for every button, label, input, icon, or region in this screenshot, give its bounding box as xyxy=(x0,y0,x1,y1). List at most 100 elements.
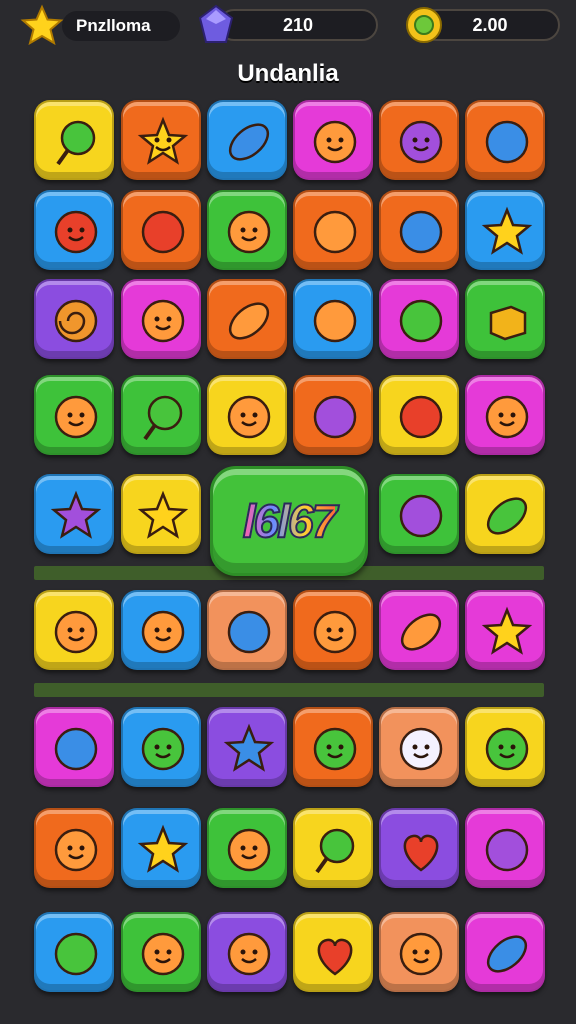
board-tile[interactable] xyxy=(465,590,545,670)
board-tile[interactable] xyxy=(34,375,114,455)
board-tile[interactable] xyxy=(293,808,373,888)
board-tile[interactable] xyxy=(293,375,373,455)
onion-face-icon xyxy=(227,395,271,439)
orange-creature-icon xyxy=(227,932,271,976)
board-tile[interactable] xyxy=(293,279,373,359)
purple-star-icon xyxy=(50,490,102,539)
top-bar: Pnzlloma 210 2.00 xyxy=(0,0,576,52)
board-tile[interactable] xyxy=(121,912,201,992)
strawberry-icon xyxy=(399,395,443,439)
board-tile[interactable] xyxy=(379,808,459,888)
blue-leaf-icon xyxy=(228,123,270,161)
board-tile[interactable] xyxy=(465,474,545,554)
board-tile[interactable] xyxy=(207,912,287,992)
board-tile[interactable] xyxy=(34,912,114,992)
page-title: Undanlia xyxy=(237,60,339,87)
green-leaf-icon xyxy=(486,497,528,535)
board-tile[interactable] xyxy=(34,590,114,670)
board-tile[interactable] xyxy=(379,100,459,180)
orange-ball-icon xyxy=(313,299,357,343)
leaf-icon xyxy=(400,613,442,651)
board-tile[interactable] xyxy=(207,375,287,455)
board-tile[interactable] xyxy=(34,808,114,888)
board-tile[interactable] xyxy=(293,707,373,787)
star-icon xyxy=(481,206,533,255)
gem-counter: 210 xyxy=(218,9,378,41)
board-tile[interactable] xyxy=(293,100,373,180)
banner-text: l6l67 xyxy=(242,494,338,548)
board-tile[interactable] xyxy=(207,190,287,270)
board-tile[interactable] xyxy=(121,375,201,455)
star-icon xyxy=(20,4,64,46)
sun-face-icon xyxy=(227,828,271,872)
bear-face-icon xyxy=(485,395,529,439)
star-icon xyxy=(137,824,189,873)
green-sun-icon xyxy=(141,727,185,771)
gem-count: 210 xyxy=(282,14,314,35)
board-tile[interactable] xyxy=(379,190,459,270)
board-tile[interactable] xyxy=(293,590,373,670)
purple-creature-icon xyxy=(399,120,443,164)
smiley-face-icon xyxy=(141,299,185,343)
blue-bubble-icon xyxy=(227,610,271,654)
red-heart-icon xyxy=(403,834,439,872)
board-tile[interactable] xyxy=(465,912,545,992)
star-face-icon xyxy=(137,116,189,165)
row-divider xyxy=(34,683,544,697)
board-tile[interactable] xyxy=(379,474,459,554)
board-tile[interactable] xyxy=(379,375,459,455)
green-ball-icon xyxy=(54,932,98,976)
smiley-face-icon xyxy=(54,395,98,439)
board-tile[interactable] xyxy=(34,100,114,180)
green-lollipop-icon xyxy=(315,828,355,874)
board-tile[interactable] xyxy=(121,590,201,670)
board-tile[interactable] xyxy=(121,707,201,787)
board-tile[interactable] xyxy=(207,590,287,670)
board-tile[interactable] xyxy=(121,190,201,270)
onion-face-icon xyxy=(54,610,98,654)
board-tile[interactable] xyxy=(465,707,545,787)
board-tile[interactable] xyxy=(207,707,287,787)
red-creature-icon xyxy=(54,210,98,254)
board-tile[interactable] xyxy=(34,707,114,787)
blue-leaf-icon xyxy=(486,935,528,973)
star-icon xyxy=(137,490,189,539)
board-tile[interactable] xyxy=(379,912,459,992)
purple-fruit-icon xyxy=(313,395,357,439)
board-tile[interactable] xyxy=(121,279,201,359)
blue-ball-icon xyxy=(399,210,443,254)
smiley-face-icon xyxy=(227,210,271,254)
swirl-icon xyxy=(54,299,98,343)
board-tile[interactable] xyxy=(379,590,459,670)
board-tile[interactable] xyxy=(379,707,459,787)
board-tile[interactable] xyxy=(465,808,545,888)
board-tile[interactable] xyxy=(34,190,114,270)
board-tile[interactable] xyxy=(465,190,545,270)
green-lollipop-icon xyxy=(143,395,183,441)
board-tile[interactable] xyxy=(293,912,373,992)
smiley-face-icon xyxy=(141,610,185,654)
board-tile[interactable] xyxy=(34,474,114,554)
purple-ball-icon xyxy=(485,828,529,872)
red-heart-icon xyxy=(317,938,353,976)
board-tile[interactable] xyxy=(379,279,459,359)
board-tile[interactable] xyxy=(465,279,545,359)
special-combo-tile[interactable]: l6l67 xyxy=(210,466,368,576)
board-tile[interactable] xyxy=(121,100,201,180)
green-frog-icon xyxy=(313,727,357,771)
ghost-icon xyxy=(399,727,443,771)
orange-fruit-icon xyxy=(313,210,357,254)
board-tile[interactable] xyxy=(121,474,201,554)
cube-icon xyxy=(489,305,527,341)
smiley-face-icon xyxy=(141,932,185,976)
bear-face-icon xyxy=(399,932,443,976)
board-tile[interactable] xyxy=(207,808,287,888)
board-tile[interactable] xyxy=(121,808,201,888)
board-tile[interactable] xyxy=(293,190,373,270)
board-tile[interactable] xyxy=(465,100,545,180)
smiley-face-icon xyxy=(313,120,357,164)
board-tile[interactable] xyxy=(207,279,287,359)
board-tile[interactable] xyxy=(465,375,545,455)
board-tile[interactable] xyxy=(207,100,287,180)
board-tile[interactable] xyxy=(34,279,114,359)
